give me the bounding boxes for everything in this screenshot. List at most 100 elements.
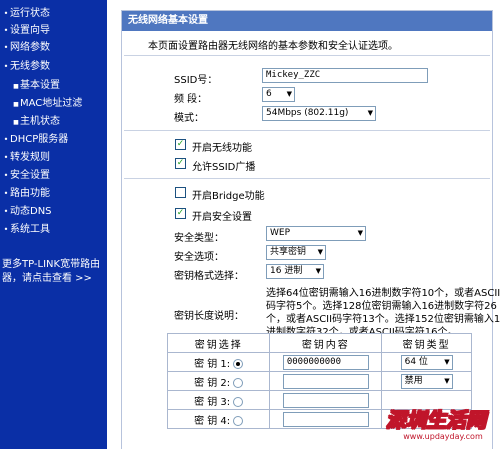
chevron-down-icon: ▼ [286,90,292,98]
key-len-label: 密钥长度说明： [174,311,244,322]
sidebar-item-label: 主机状态 [20,116,60,127]
key-label: 密 钥 1: [194,358,231,370]
sec-type-select[interactable]: WEP ▼ [266,226,366,241]
sidebar-item-label: 无线参数 [10,61,50,72]
sec-type-value: WEP [270,228,291,238]
sidebar-item-status[interactable]: • 运行状态 [0,6,50,22]
chevron-down-icon: ▼ [317,248,323,256]
sidebar-item-routing[interactable]: • 路由功能 [0,186,50,202]
key-1-type-select[interactable]: 64 位 ▼ [400,354,453,370]
band-select[interactable]: 6 ▼ [262,87,295,102]
mode-select[interactable]: 54Mbps (802.11g) ▼ [262,106,376,121]
sidebar-item-mac-filter[interactable]: ■MAC地址过滤 [0,96,82,112]
chevron-down-icon: ▼ [357,229,363,237]
sidebar-item-wireless[interactable]: • 无线参数 [0,59,50,75]
security-checkbox[interactable]: ✓ [175,208,186,219]
sidebar-item-label: DHCP服务器 [10,134,69,145]
sidebar-item-system-tools[interactable]: • 系统工具 [0,222,50,238]
sidebar-item-host-status[interactable]: ■主机状态 [0,114,60,130]
bridge-checkbox[interactable] [175,187,186,198]
key-4-radio[interactable] [233,415,244,426]
security-label: 开启安全设置 [192,212,252,223]
key-select-cell: 密 钥 4: [166,409,271,429]
sidebar-item-dhcp[interactable]: • DHCP服务器 [0,132,69,148]
key-4-input[interactable] [282,411,369,427]
key-table-header: 密钥选择 密钥内容 密钥类型 [166,333,472,353]
key-select-cell: 密 钥 2: [166,371,271,391]
sidebar-item-basic-settings[interactable]: ■基本设置 [0,78,60,94]
key-2-input[interactable] [282,373,369,389]
column-header: 密钥选择 [166,333,271,353]
chevron-down-icon: ▼ [444,376,450,385]
sidebar-item-network[interactable]: • 网络参数 [0,40,50,56]
key-type-value: 64 位 [404,356,428,367]
sidebar-item-label: 系统工具 [10,224,50,235]
bullet-icon: • [3,189,9,198]
key-content-cell: 0000000000 [269,352,383,372]
sidebar-item-label: MAC地址过滤 [20,98,83,109]
watermark-url: www.updayday.com [403,432,483,441]
key-2-radio[interactable] [233,377,244,388]
sidebar-item-label: 网络参数 [10,42,50,53]
ssid-input[interactable]: Mickey_ZZC [262,68,428,83]
sidebar-item-label: 动态DNS [10,206,52,217]
sidebar-item-label: 安全设置 [10,170,50,181]
key-3-radio[interactable] [233,396,244,407]
table-row: 密 钥 1: 0000000000 64 位 ▼ [166,352,472,372]
promo-line-2: 器，请点击查看 >> [2,273,92,284]
ssid-broadcast-checkbox[interactable]: ✓ [175,158,186,169]
sidebar-item-ddns[interactable]: • 动态DNS [0,204,52,220]
mode-select-value: 54Mbps (802.11g) [266,108,349,118]
key-type-value: 禁用 [404,375,423,386]
bullet-icon: • [3,43,9,52]
bridge-label: 开启Bridge功能 [192,191,265,202]
key-content-cell [269,409,383,429]
enable-wireless-label: 开启无线功能 [192,143,252,154]
promo-link[interactable]: 更多TP-LINK宽带路由 器，请点击查看 >> [2,258,104,286]
chevron-down-icon: ▼ [444,357,450,366]
sidebar-item-label: 运行状态 [10,8,50,19]
key-type-cell: 64 位 ▼ [381,352,472,372]
sidebar-item-security[interactable]: • 安全设置 [0,168,50,184]
key-format-select[interactable]: 16 进制 ▼ [266,264,324,279]
sidebar-item-label: 转发规则 [10,152,50,163]
table-row: 密 钥 2: 禁用 ▼ [166,371,472,391]
page-title: 无线网络基本设置 [122,11,492,31]
column-header: 密钥类型 [381,333,472,353]
bullet-icon: • [3,171,9,180]
key-type-cell: 禁用 ▼ [381,371,472,391]
promo-line-1: 更多TP-LINK宽带路由 [2,259,101,270]
sidebar-item-label: 设置向导 [10,25,50,36]
key-select-cell: 密 钥 1: [166,352,271,372]
sidebar-item-forwarding[interactable]: • 转发规则 [0,150,50,166]
ssid-broadcast-label: 允许SSID广播 [192,162,256,173]
bullet-icon: • [3,26,9,35]
band-label: 频 段： [174,94,208,105]
sidebar-item-wizard[interactable]: • 设置向导 [0,23,50,39]
divider [124,55,490,56]
bullet-icon: • [3,207,9,216]
key-select-cell: 密 钥 3: [166,390,271,410]
ssid-label: SSID号： [174,75,218,86]
key-1-radio[interactable] [233,358,244,369]
key-1-input[interactable]: 0000000000 [282,354,369,370]
key-content-cell [269,390,383,410]
sidebar-item-label: 路由功能 [10,188,50,199]
key-2-type-select[interactable]: 禁用 ▼ [400,373,453,389]
bullet-icon: ■ [13,119,19,126]
sec-type-label: 安全类型： [174,233,224,244]
page-intro: 本页面设置路由器无线网络的基本参数和安全认证选项。 [148,41,398,52]
key-3-input[interactable] [282,392,369,408]
key-format-value: 16 进制 [270,266,303,276]
key-format-label: 密钥格式选择： [174,271,244,282]
chevron-down-icon: ▼ [367,109,373,117]
sec-option-value: 共享密钥 [270,247,307,257]
sec-option-label: 安全选项： [174,252,224,263]
chevron-down-icon: ▼ [315,267,321,275]
bullet-icon: • [3,153,9,162]
sec-option-select[interactable]: 共享密钥 ▼ [266,245,326,260]
column-header: 密钥内容 [269,333,383,353]
sidebar-nav: • 运行状态 • 设置向导 • 网络参数 • 无线参数 ■基本设置 ■MAC地址过滤 ■… [0,0,107,449]
enable-wireless-checkbox[interactable]: ✓ [175,139,186,150]
mode-label: 模式： [174,113,204,124]
